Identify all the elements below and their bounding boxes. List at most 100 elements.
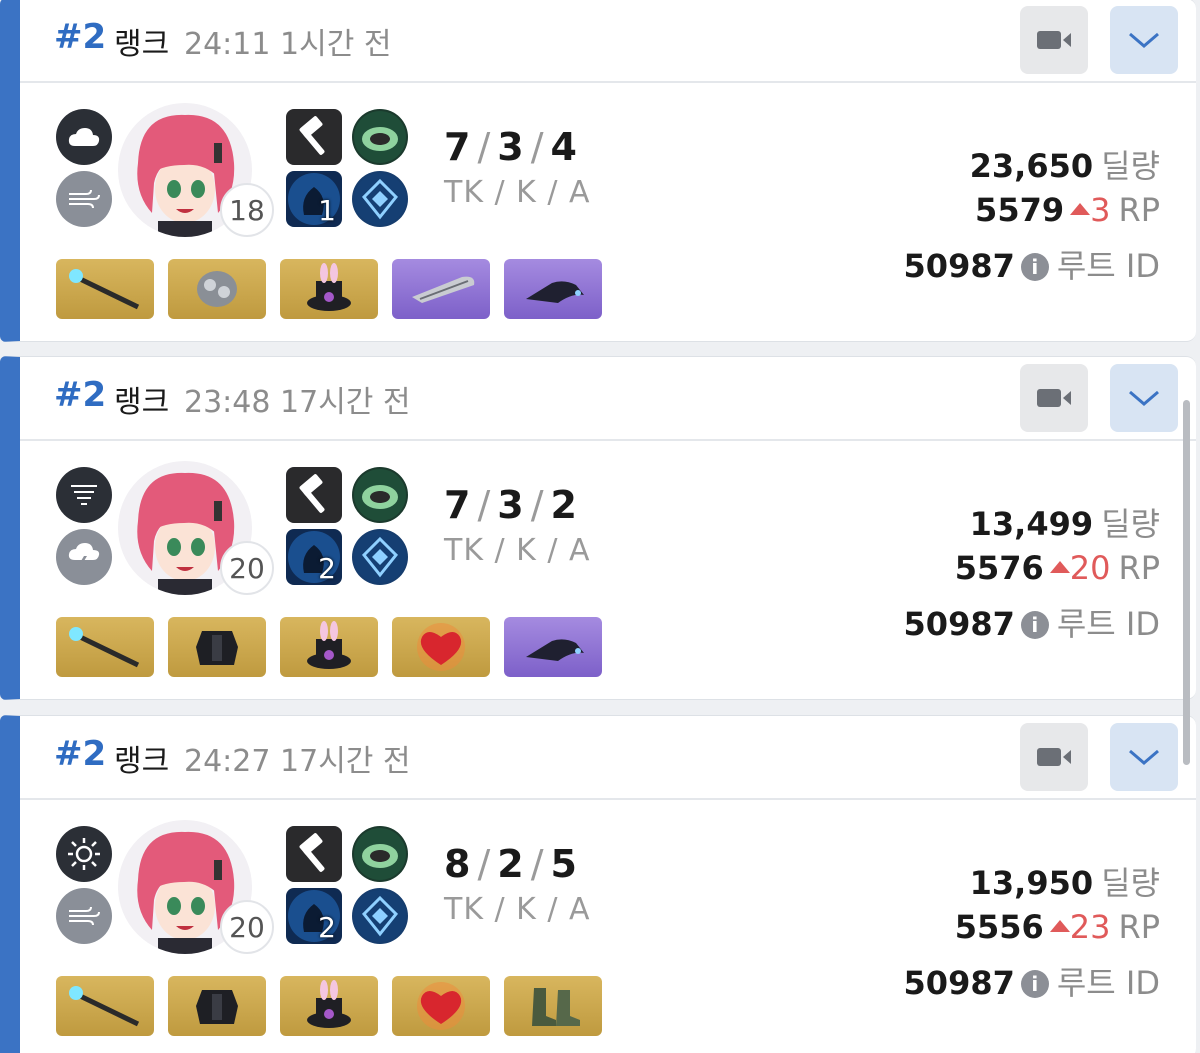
rp-label: RP	[1118, 549, 1160, 587]
expand-button[interactable]	[1110, 364, 1178, 432]
rp-value: 5579	[975, 191, 1065, 229]
tactical-skill-icon: 1	[286, 171, 342, 227]
match-meta: 23:48 17시간 전	[184, 377, 411, 421]
hammer-icon	[286, 109, 342, 165]
match-header: #2 랭크 24:11 1시간 전	[20, 0, 1196, 83]
duration: 23:48	[184, 385, 271, 420]
match-card[interactable]: #2 랭크 23:48 17시간 전 20 2 7 / 3 / 2 TK / K…	[0, 356, 1196, 700]
match-header: #2 랭크 24:27 17시간 전	[20, 716, 1196, 800]
match-meta: 24:27 17시간 전	[184, 736, 411, 780]
wind-icon	[56, 888, 112, 944]
tactical-skill-icon: 2	[286, 888, 342, 944]
level-badge: 18	[220, 183, 274, 237]
kda-k: 2	[497, 842, 525, 886]
duration: 24:11	[184, 27, 271, 62]
rp-delta: 3	[1090, 191, 1111, 229]
hammer-icon	[286, 826, 342, 882]
kda: 8/2/5	[444, 842, 578, 886]
weapon-item[interactable]	[56, 617, 154, 677]
mode-label: 랭크	[114, 744, 170, 779]
head-item[interactable]	[280, 617, 378, 677]
time-ago: 1시간 전	[280, 27, 392, 62]
damage-stat: 13,950 딜량	[970, 858, 1160, 904]
rp-delta: 23	[1069, 908, 1111, 946]
root-id-stat: 50987 i 루트 ID	[904, 241, 1160, 287]
rp-up-icon	[1049, 561, 1070, 573]
kda-k: 3	[497, 483, 525, 527]
rp-stat: 5556 23 RP	[955, 908, 1160, 946]
chevron-down-icon	[1129, 749, 1159, 765]
augment-icon	[352, 888, 408, 944]
root-id-value: 50987	[903, 605, 1015, 643]
kda: 7/3/2	[444, 483, 578, 527]
rp-stat: 5579 3 RP	[975, 191, 1160, 229]
info-icon[interactable]: i	[1020, 253, 1049, 281]
armor-item[interactable]	[168, 617, 266, 677]
damage-label: 딜량	[1101, 864, 1160, 902]
root-id-value: 50987	[903, 247, 1015, 285]
damage-label: 딜량	[1101, 505, 1160, 543]
rp-stat: 5576 20 RP	[955, 549, 1160, 587]
damage-stat: 23,650 딜량	[970, 141, 1160, 187]
time-ago: 17시간 전	[280, 385, 411, 420]
root-id-label: 루트 ID	[1056, 605, 1160, 643]
video-camera-icon	[1037, 389, 1071, 407]
leg-item[interactable]	[504, 617, 602, 677]
thunderstorm-icon	[56, 529, 112, 585]
root-id-value: 50987	[903, 964, 1015, 1002]
kda-label: TK / K / A	[444, 175, 591, 210]
kda-a: 5	[550, 842, 578, 886]
scrollbar[interactable]	[1183, 400, 1190, 765]
skill-level: 1	[318, 194, 336, 227]
expand-button[interactable]	[1110, 723, 1178, 791]
expand-button[interactable]	[1110, 6, 1178, 74]
armor-item[interactable]	[168, 259, 266, 319]
rank-label: #2	[54, 734, 107, 774]
kda-label: TK / K / A	[444, 892, 591, 927]
root-id-label: 루트 ID	[1056, 247, 1160, 285]
rp-label: RP	[1118, 908, 1160, 946]
tactical-skill-icon: 2	[286, 529, 342, 585]
head-item[interactable]	[280, 259, 378, 319]
damage-value: 13,950	[969, 864, 1094, 902]
boots-item[interactable]	[504, 976, 602, 1036]
head-item[interactable]	[280, 976, 378, 1036]
hammer-icon	[286, 467, 342, 523]
heart-item[interactable]	[392, 617, 490, 677]
match-card[interactable]: #2 랭크 24:27 17시간 전 20 2 8 / 2 / 5 TK / K…	[0, 715, 1196, 1053]
weapon-item[interactable]	[56, 976, 154, 1036]
kda-a: 4	[550, 125, 578, 169]
kda-tk: 7	[444, 483, 472, 527]
cloud-icon	[56, 109, 112, 165]
info-icon[interactable]: i	[1020, 970, 1049, 998]
match-card[interactable]: #2 랭크 24:11 1시간 전 18 1 7 / 3 / 4 TK / K …	[0, 0, 1196, 342]
rp-delta: 20	[1069, 549, 1111, 587]
weapon-item[interactable]	[56, 259, 154, 319]
rank-label: #2	[54, 17, 107, 57]
root-id-stat: 50987 i 루트 ID	[904, 599, 1160, 645]
root-id-stat: 50987 i 루트 ID	[904, 958, 1160, 1004]
heart-item[interactable]	[392, 976, 490, 1036]
kda-tk: 7	[444, 125, 472, 169]
match-meta: 24:11 1시간 전	[184, 19, 391, 63]
damage-value: 13,499	[969, 505, 1094, 543]
video-button[interactable]	[1020, 723, 1088, 791]
rp-up-icon	[1070, 203, 1091, 215]
armor-item[interactable]	[168, 976, 266, 1036]
kda-tk: 8	[444, 842, 472, 886]
video-button[interactable]	[1020, 364, 1088, 432]
skill-level: 2	[318, 911, 336, 944]
chevron-down-icon	[1129, 390, 1159, 406]
arm-item[interactable]	[392, 259, 490, 319]
trait-icon	[352, 467, 408, 523]
leg-item[interactable]	[504, 259, 602, 319]
match-history-list: #2 랭크 24:11 1시간 전 18 1 7 / 3 / 4 TK / K …	[0, 0, 1200, 1053]
video-button[interactable]	[1020, 6, 1088, 74]
duration: 24:27	[184, 744, 271, 779]
trait-icon	[352, 826, 408, 882]
chevron-down-icon	[1129, 32, 1159, 48]
level-badge: 20	[220, 900, 274, 954]
info-icon[interactable]: i	[1020, 611, 1049, 639]
kda-a: 2	[550, 483, 578, 527]
augment-icon	[352, 171, 408, 227]
